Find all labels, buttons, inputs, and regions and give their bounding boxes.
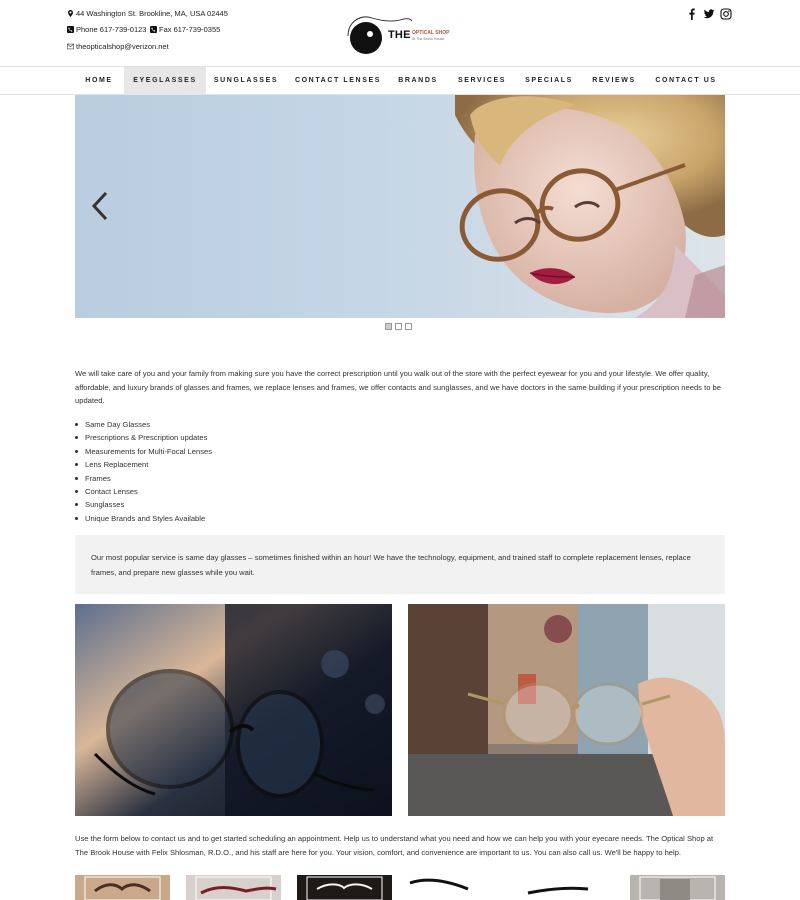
- thumbnail-image: [639, 876, 716, 900]
- nav-item-reviews[interactable]: REVIEWS: [584, 67, 644, 95]
- instagram-icon[interactable]: [720, 8, 732, 20]
- nav-item-eyeglasses[interactable]: EYEGLASSES: [124, 67, 206, 95]
- thumbnail-store[interactable]: [630, 875, 725, 900]
- chevron-left-icon[interactable]: [91, 191, 109, 221]
- map-pin-icon: [68, 10, 73, 17]
- services-list: Same Day Glasses Prescriptions & Prescri…: [75, 418, 212, 525]
- nav-item-sunglasses[interactable]: SUNGLASSES: [206, 67, 286, 95]
- phone-text[interactable]: Phone 617-739-0123: [76, 25, 146, 34]
- list-item: Measurements for Multi-Focal Lenses: [75, 445, 212, 458]
- list-item: Prescriptions & Prescription updates: [75, 431, 212, 444]
- contact-paragraph: Use the form below to contact us and to …: [75, 834, 714, 857]
- intro-paragraph: We will take care of you and your family…: [75, 369, 721, 405]
- main-nav: HOME EYEGLASSES SUNGLASSES CONTACT LENSE…: [0, 66, 800, 95]
- thumbnail-frames-red[interactable]: [186, 875, 281, 900]
- hero-image: [455, 95, 725, 318]
- list-item: Contact Lenses: [75, 485, 212, 498]
- phone-line[interactable]: Phone 617-739-0123: [67, 25, 146, 34]
- slider-dot-2[interactable]: [395, 323, 402, 330]
- round-glasses-image: [75, 604, 392, 816]
- address-line: 44 Washington St. Brookline, MA, USA 024…: [67, 9, 228, 18]
- site-logo[interactable]: THE OPTICAL SHOP At The Brook House: [346, 12, 466, 56]
- list-item: Unique Brands and Styles Available: [75, 512, 212, 525]
- photo-round-glasses: [75, 604, 392, 816]
- fax-line: Fax 617-739-0355: [150, 25, 220, 34]
- slider-dot-1[interactable]: [385, 323, 392, 330]
- nav-item-services[interactable]: SERVICES: [452, 67, 512, 95]
- logo-subtitle: At The Brook House: [412, 37, 445, 41]
- fax-icon: [150, 26, 157, 33]
- photo-hand-glasses: [408, 604, 725, 816]
- slider-dots: [385, 323, 412, 330]
- address-text: 44 Washington St. Brookline, MA, USA 024…: [76, 9, 228, 18]
- same-day-callout: Our most popular service is same day gla…: [75, 535, 725, 594]
- nav-item-home[interactable]: HOME: [74, 67, 124, 95]
- nav-item-specials[interactable]: SPECIALS: [518, 67, 580, 95]
- logo-brand: OPTICAL SHOP: [412, 30, 450, 36]
- email-line[interactable]: theopticalshop@verizon.net: [67, 42, 169, 51]
- hero-slider[interactable]: [75, 95, 725, 318]
- twitter-icon[interactable]: [703, 8, 715, 20]
- thumbnail-image: [306, 876, 383, 900]
- thumbnail-black-frames[interactable]: [408, 875, 614, 900]
- fax-text: Fax 617-739-0355: [159, 25, 221, 34]
- list-item: Lens Replacement: [75, 458, 212, 471]
- list-item: Same Day Glasses: [75, 418, 212, 431]
- envelope-icon: [67, 43, 74, 50]
- thumbnail-frames-dark[interactable]: [297, 875, 392, 900]
- hand-glasses-image: [408, 604, 725, 816]
- slider-dot-3[interactable]: [405, 323, 412, 330]
- list-item: Sunglasses: [75, 498, 212, 511]
- thumbnail-sunglasses[interactable]: [75, 875, 170, 900]
- nav-item-contact-us[interactable]: CONTACT US: [650, 67, 722, 95]
- nav-item-contact-lenses[interactable]: CONTACT LENSES: [288, 67, 388, 95]
- callout-text: Our most popular service is same day gla…: [91, 553, 691, 577]
- list-item: Frames: [75, 472, 212, 485]
- email-link[interactable]: theopticalshop@verizon.net: [76, 42, 169, 51]
- thumbnail-image: [84, 876, 161, 900]
- thumbnail-image: [409, 878, 589, 895]
- logo-the: THE: [388, 29, 411, 41]
- site-header: 44 Washington St. Brookline, MA, USA 024…: [0, 0, 800, 66]
- thumbnail-image: [195, 876, 277, 900]
- facebook-icon[interactable]: [686, 8, 698, 20]
- phone-icon: [67, 26, 74, 33]
- nav-item-brands[interactable]: BRANDS: [390, 67, 446, 95]
